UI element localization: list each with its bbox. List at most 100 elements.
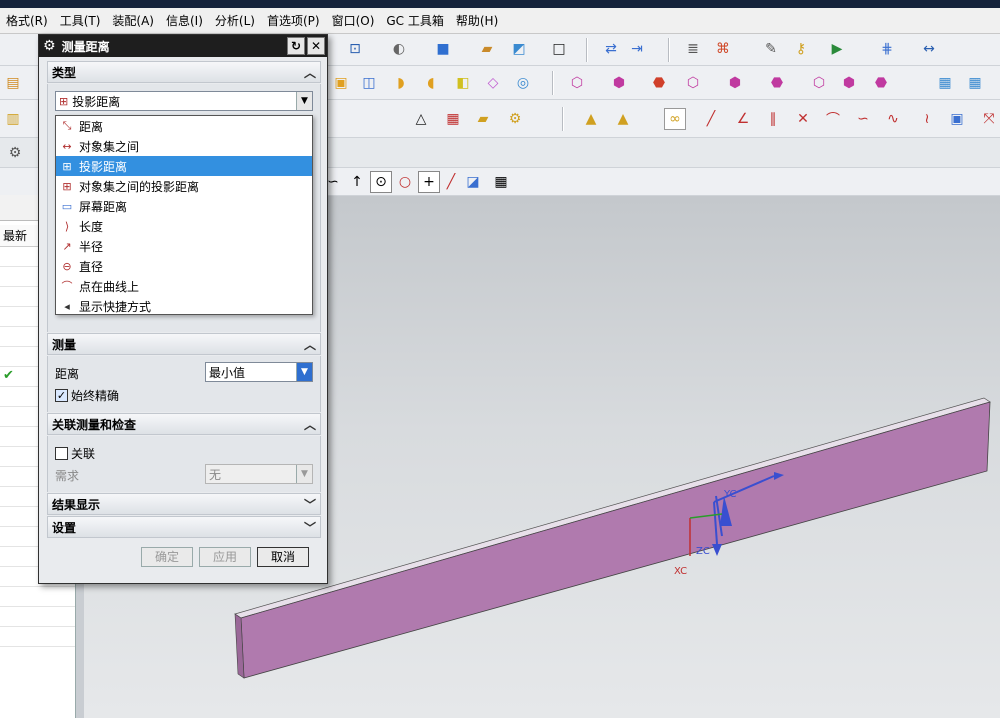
list-item[interactable] <box>0 607 75 627</box>
option-between-sets[interactable]: ↔ 对象集之间 <box>56 136 312 156</box>
section-measure[interactable]: 测量 ︿ <box>47 333 321 355</box>
arc-icon[interactable]: ⌒ <box>822 108 844 130</box>
parallel-icon[interactable]: ∥ <box>762 108 784 130</box>
snap-center-icon[interactable]: ⊙ <box>370 171 392 193</box>
always-precise-checkbox[interactable]: ✓ 始终精确 <box>55 387 119 404</box>
chevron-down-icon[interactable]: ▼ <box>296 92 312 110</box>
dialog-title-bar[interactable]: ⚙ 测量距离 <box>39 35 327 57</box>
option-diameter[interactable]: ⊖ 直径 <box>56 256 312 276</box>
angle-icon[interactable]: ∠ <box>732 108 754 130</box>
surface-1-icon[interactable]: ▦ <box>934 72 956 94</box>
move-object-icon[interactable]: ⇄ <box>600 38 622 60</box>
revolve-icon[interactable]: ◗ <box>390 72 412 94</box>
feature-8-icon[interactable]: ⬢ <box>838 72 860 94</box>
grid-icon[interactable]: ⋕ <box>876 38 898 60</box>
snap-point-icon[interactable]: + <box>418 171 440 193</box>
snap-circle-icon[interactable]: ○ <box>394 171 416 193</box>
distance-mode-combo[interactable]: 最小值 ▼ <box>205 362 313 382</box>
parts-1-icon[interactable]: ▲ <box>580 108 602 130</box>
block-icon[interactable]: ▣ <box>330 72 352 94</box>
shell-icon[interactable]: ◇ <box>482 72 504 94</box>
cancel-button[interactable]: 取消 <box>257 547 309 567</box>
ok-button[interactable]: 确定 <box>141 547 193 567</box>
surface-2-icon[interactable]: ▦ <box>964 72 986 94</box>
help-key-icon[interactable]: ⚷ <box>790 38 812 60</box>
feature-1-icon[interactable]: ⬡ <box>566 72 588 94</box>
cube-view-icon[interactable]: ■ <box>432 38 454 60</box>
abc-icon[interactable]: ▥ <box>2 108 24 130</box>
feature-6-icon[interactable]: ⬣ <box>766 72 788 94</box>
menu-analysis[interactable]: 分析(L) <box>209 8 261 34</box>
option-radius[interactable]: ↗ 半径 <box>56 236 312 256</box>
section-associative[interactable]: 关联测量和检查 ︿ <box>47 413 321 435</box>
list-item[interactable] <box>0 587 75 607</box>
trim-icon[interactable]: ⤧ <box>978 108 1000 130</box>
sphere-icon[interactable]: ◎ <box>512 72 534 94</box>
option-point-on-curve[interactable]: ⌒ 点在曲线上 <box>56 276 312 296</box>
feature-7-icon[interactable]: ⬡ <box>808 72 830 94</box>
layer-icon[interactable]: ▰ <box>476 38 498 60</box>
folder-icon[interactable]: ▰ <box>472 108 494 130</box>
checkbox-checked-icon[interactable]: ✓ <box>55 389 68 402</box>
fit-view-icon[interactable]: ⊡ <box>344 38 366 60</box>
close-icon[interactable]: ✕ <box>307 37 325 55</box>
menu-window[interactable]: 窗口(O) <box>326 8 381 34</box>
feature-4-icon[interactable]: ⬡ <box>682 72 704 94</box>
box-icon[interactable]: ◫ <box>358 72 380 94</box>
list-icon[interactable]: ≣ <box>682 38 704 60</box>
snap-grid-icon[interactable]: ▦ <box>490 171 512 193</box>
line-icon[interactable]: ╱ <box>700 108 722 130</box>
reset-icon[interactable]: ↻ <box>287 37 305 55</box>
section-settings[interactable]: 设置 ﹀ <box>47 516 321 538</box>
snap-end-icon[interactable]: ↑ <box>346 171 368 193</box>
part-nav-icon[interactable]: ⚙ <box>4 142 26 164</box>
list-item[interactable] <box>0 627 75 647</box>
edit-icon[interactable]: ✎ <box>760 38 782 60</box>
option-projected-distance[interactable]: ⊞ 投影距离 <box>56 156 312 176</box>
apply-button[interactable]: 应用 <box>199 547 251 567</box>
view-orient-icon[interactable]: ◩ <box>508 38 530 60</box>
feature-9-icon[interactable]: ⬣ <box>870 72 892 94</box>
parts-2-icon[interactable]: ▲ <box>612 108 634 130</box>
spline-icon[interactable]: ∿ <box>882 108 904 130</box>
circle-tangent-icon[interactable]: ∽ <box>852 108 874 130</box>
play-icon[interactable]: ▶ <box>826 38 848 60</box>
snap-icon[interactable]: ⇥ <box>626 38 648 60</box>
table-icon[interactable]: ▦ <box>442 108 464 130</box>
snap-face-icon[interactable]: ◪ <box>462 171 484 193</box>
menu-tools[interactable]: 工具(T) <box>54 8 107 34</box>
triangle-icon[interactable]: △ <box>410 108 432 130</box>
link-icon[interactable]: ∞ <box>664 108 686 130</box>
chevron-down-icon[interactable]: ▼ <box>296 363 312 381</box>
bbox-icon[interactable]: ▣ <box>946 108 968 130</box>
dimension-icon[interactable]: ↔ <box>918 38 940 60</box>
gear-group-icon[interactable]: ⚙ <box>504 108 526 130</box>
shade-mode-icon[interactable]: ◐ <box>388 38 410 60</box>
curve-icon[interactable]: ≀ <box>916 108 938 130</box>
type-combo[interactable]: ⊞ 投影距离 ▼ <box>55 91 313 111</box>
gear-icon[interactable]: ⚙ <box>43 38 56 54</box>
menu-gc-toolbox[interactable]: GC 工具箱 <box>380 8 450 34</box>
background-color-icon[interactable]: □ <box>548 38 570 60</box>
checkbox-unchecked-icon[interactable] <box>55 447 68 460</box>
assembly-tree-icon[interactable]: ⌘ <box>712 38 734 60</box>
feature-2-icon[interactable]: ⬢ <box>608 72 630 94</box>
option-length[interactable]: ⟩ 长度 <box>56 216 312 236</box>
sweep-icon[interactable]: ◖ <box>420 72 442 94</box>
section-type[interactable]: 类型 ︿ <box>47 61 321 83</box>
menu-help[interactable]: 帮助(H) <box>450 8 504 34</box>
option-projected-between-sets[interactable]: ⊞ 对象集之间的投影距离 <box>56 176 312 196</box>
menu-preferences[interactable]: 首选项(P) <box>261 8 326 34</box>
perp-icon[interactable]: ✕ <box>792 108 814 130</box>
sketch-icon[interactable]: ▤ <box>2 72 24 94</box>
option-show-shortcuts[interactable]: ◂ 显示快捷方式 <box>56 296 312 316</box>
menu-assembly[interactable]: 装配(A) <box>106 8 160 34</box>
feature-5-icon[interactable]: ⬢ <box>724 72 746 94</box>
option-distance[interactable]: ⤡ 距离 <box>56 116 312 136</box>
menu-format[interactable]: 格式(R) <box>0 8 54 34</box>
section-result-display[interactable]: 结果显示 ﹀ <box>47 493 321 515</box>
extrude-icon[interactable]: ◧ <box>452 72 474 94</box>
option-screen-distance[interactable]: ▭ 屏幕距离 <box>56 196 312 216</box>
feature-3-icon[interactable]: ⬣ <box>648 72 670 94</box>
menu-info[interactable]: 信息(I) <box>160 8 209 34</box>
